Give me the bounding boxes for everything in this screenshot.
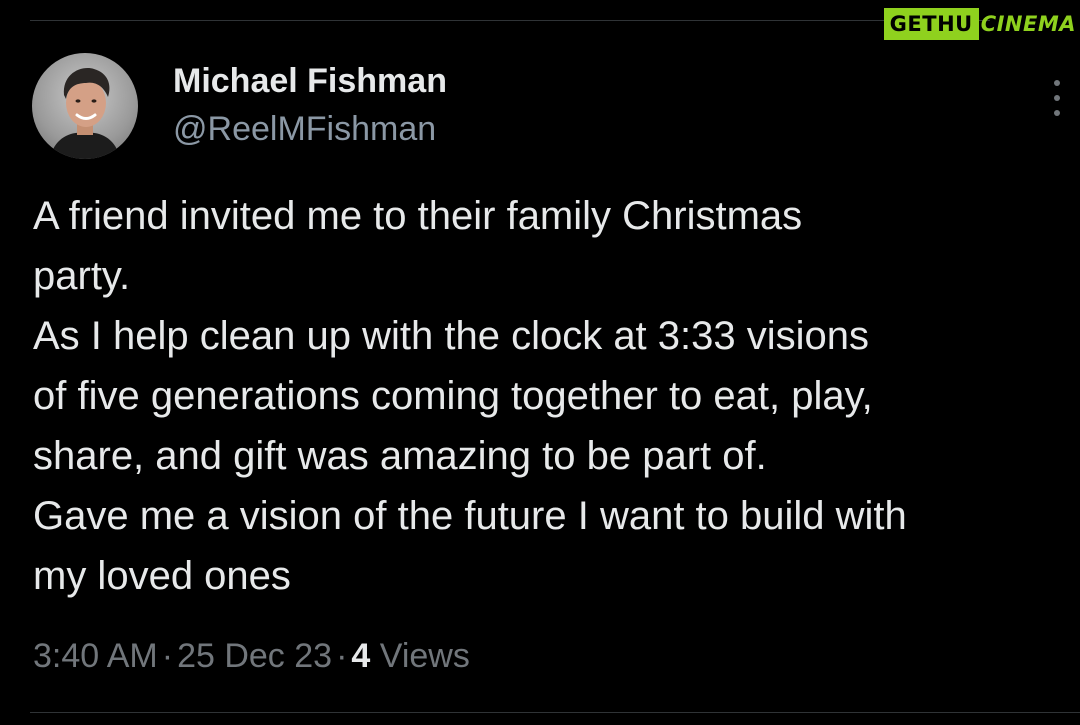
- tweet-text-line: A friend invited me to their family Chri…: [33, 194, 803, 238]
- more-options-button[interactable]: [1044, 78, 1070, 118]
- views-count[interactable]: 4: [351, 637, 370, 675]
- tweet-text-line: Gave me a vision of the future I want to…: [33, 494, 907, 538]
- meta-separator: ·: [161, 637, 174, 675]
- author-handle[interactable]: @ReelMFishman: [173, 110, 436, 149]
- avatar[interactable]: [32, 53, 138, 159]
- tweet-text-line: share, and gift was amazing to be part o…: [33, 434, 767, 478]
- watermark-logo: GETHU CINEMA: [883, 8, 1076, 40]
- tweet-text-line: As I help clean up with the clock at 3:3…: [33, 314, 870, 358]
- more-vertical-icon-dot: [1054, 95, 1060, 101]
- meta-separator: ·: [336, 637, 348, 675]
- tweet-date[interactable]: 25 Dec 23: [177, 637, 332, 675]
- top-divider: [30, 20, 990, 21]
- bottom-divider: [30, 712, 1080, 713]
- tweet-text: A friend invited me to their family Chri…: [33, 186, 1078, 606]
- avatar-photo-icon: [50, 68, 120, 159]
- author-display-name[interactable]: Michael Fishman: [173, 62, 447, 101]
- views-label[interactable]: Views: [380, 637, 470, 675]
- watermark-part-1: GETHU: [883, 8, 979, 40]
- tweet-meta: 3:40 AM · 25 Dec 23 · 4 Views: [33, 637, 470, 676]
- more-vertical-icon-dot: [1054, 110, 1060, 116]
- tweet-text-line: my loved ones: [33, 554, 291, 598]
- more-vertical-icon: [1054, 80, 1060, 86]
- watermark-part-2: CINEMA: [980, 12, 1076, 36]
- tweet-text-line: party.: [33, 254, 131, 298]
- tweet-time[interactable]: 3:40 AM: [33, 637, 158, 675]
- tweet-text-line: of five generations coming together to e…: [33, 374, 873, 418]
